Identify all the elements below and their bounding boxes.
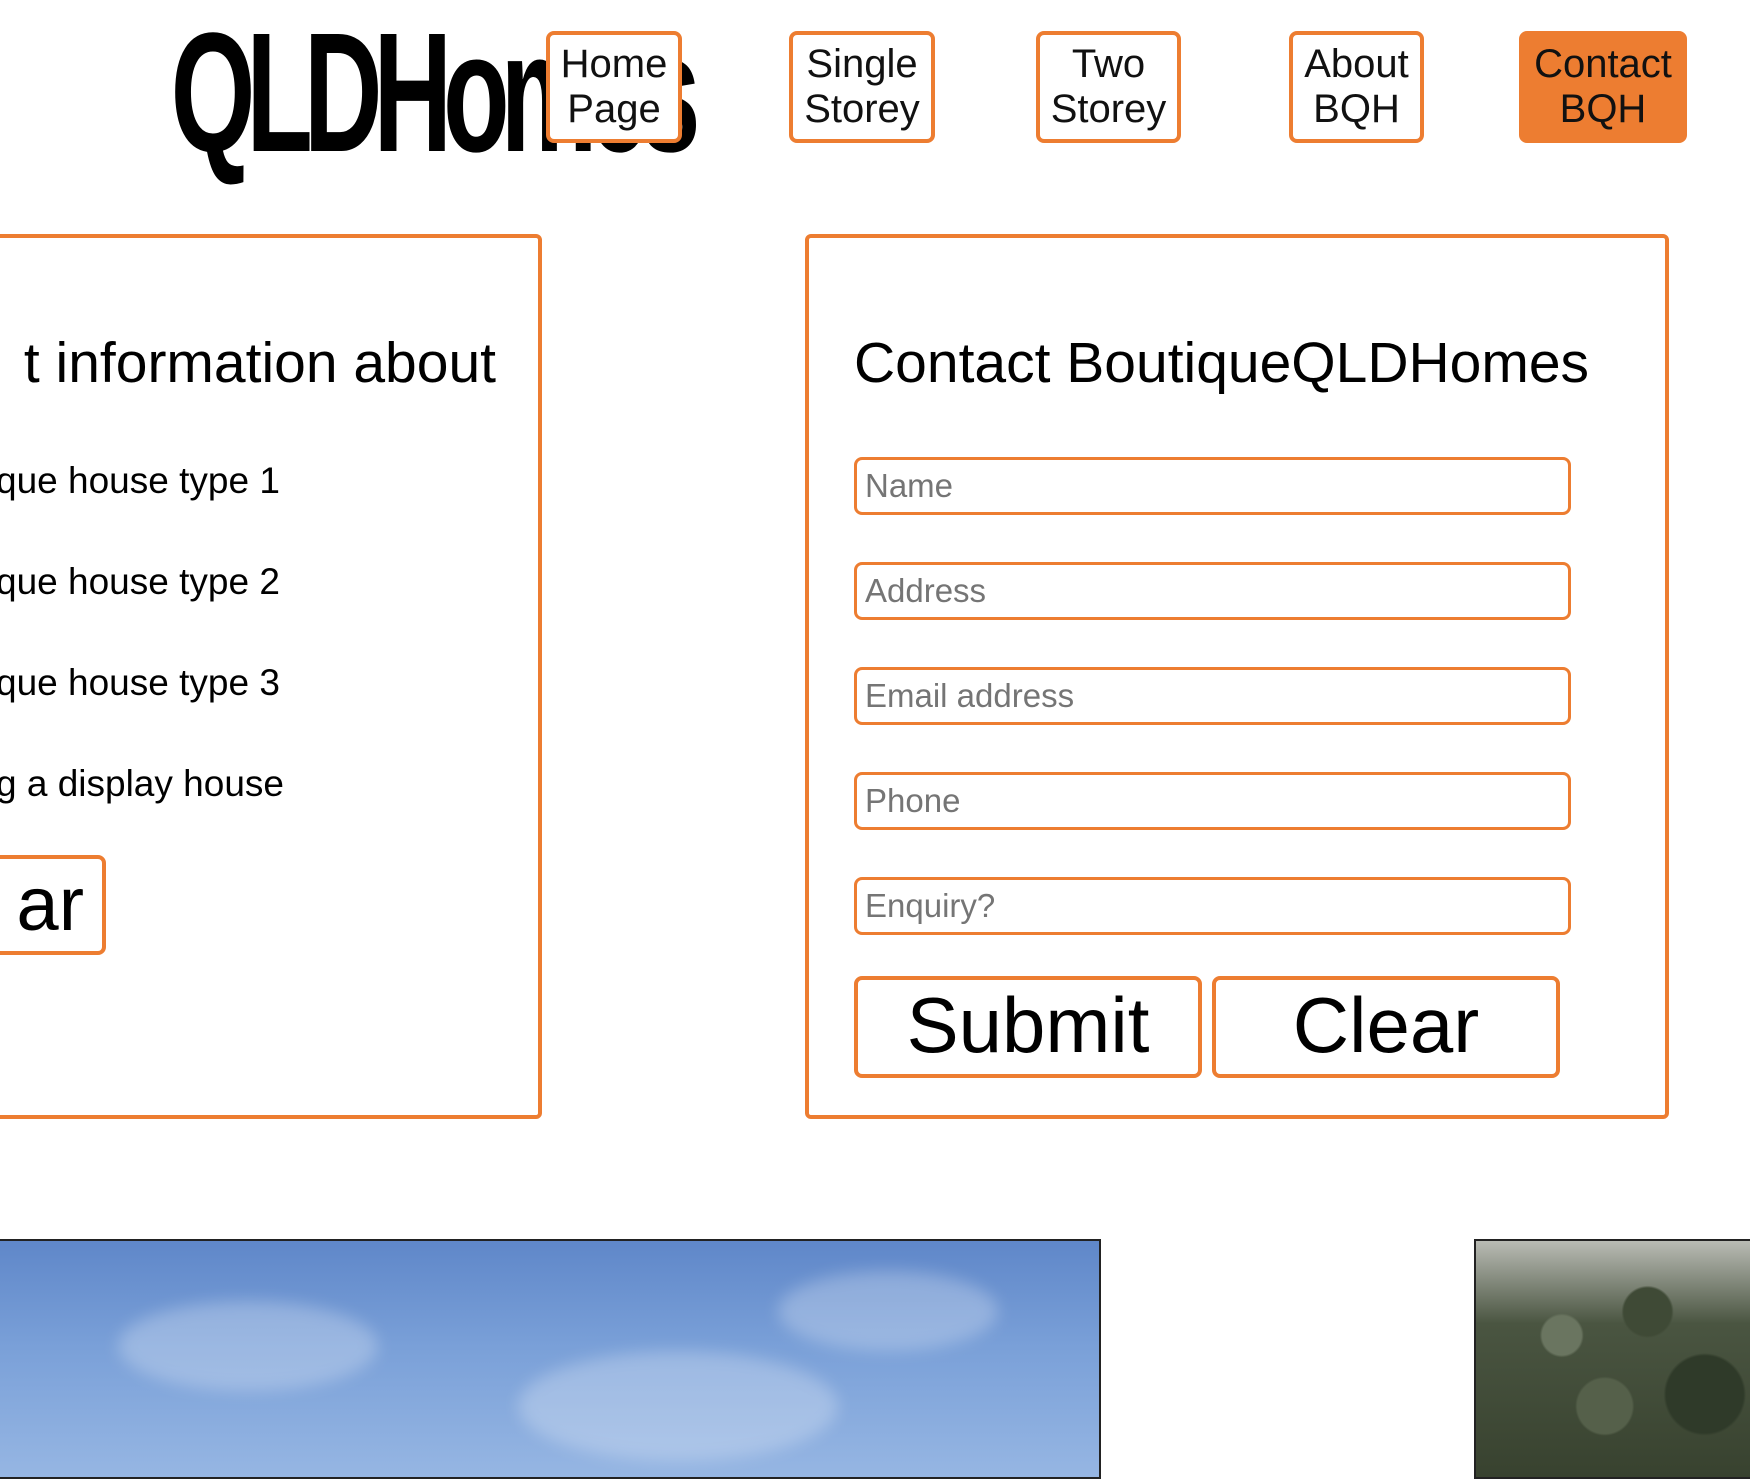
info-request-panel: t information about que house type 1 que… [0,234,542,1119]
name-input[interactable] [854,457,1571,515]
nav-about-bqh[interactable]: About BQH [1289,31,1424,143]
nav-contact-bqh[interactable]: Contact BQH [1519,31,1687,143]
option-house-type-3[interactable]: que house type 3 [0,662,280,704]
clear-button[interactable]: Clear [1212,976,1560,1078]
info-panel-heading: t information about [23,331,496,395]
phone-input[interactable] [854,772,1571,830]
nav-home-page[interactable]: Home Page [546,31,682,143]
contact-panel-heading: Contact BoutiqueQLDHomes [854,331,1590,395]
info-clear-button[interactable]: ar [0,855,106,955]
address-input[interactable] [854,562,1571,620]
option-house-type-1[interactable]: que house type 1 [0,460,280,502]
site-logo: QLDHomes [170,0,701,188]
option-house-type-2[interactable]: que house type 2 [0,561,280,603]
submit-button[interactable]: Submit [854,976,1202,1078]
enquiry-input[interactable] [854,877,1571,935]
trees-photo [1474,1239,1750,1479]
email-input[interactable] [854,667,1571,725]
nav-two-storey[interactable]: Two Storey [1036,31,1181,143]
sky-photo [0,1239,1101,1479]
option-display-house[interactable]: g a display house [0,763,284,805]
contact-panel: Contact BoutiqueQLDHomes Submit Clear [805,234,1669,1119]
nav-single-storey[interactable]: Single Storey [789,31,935,143]
